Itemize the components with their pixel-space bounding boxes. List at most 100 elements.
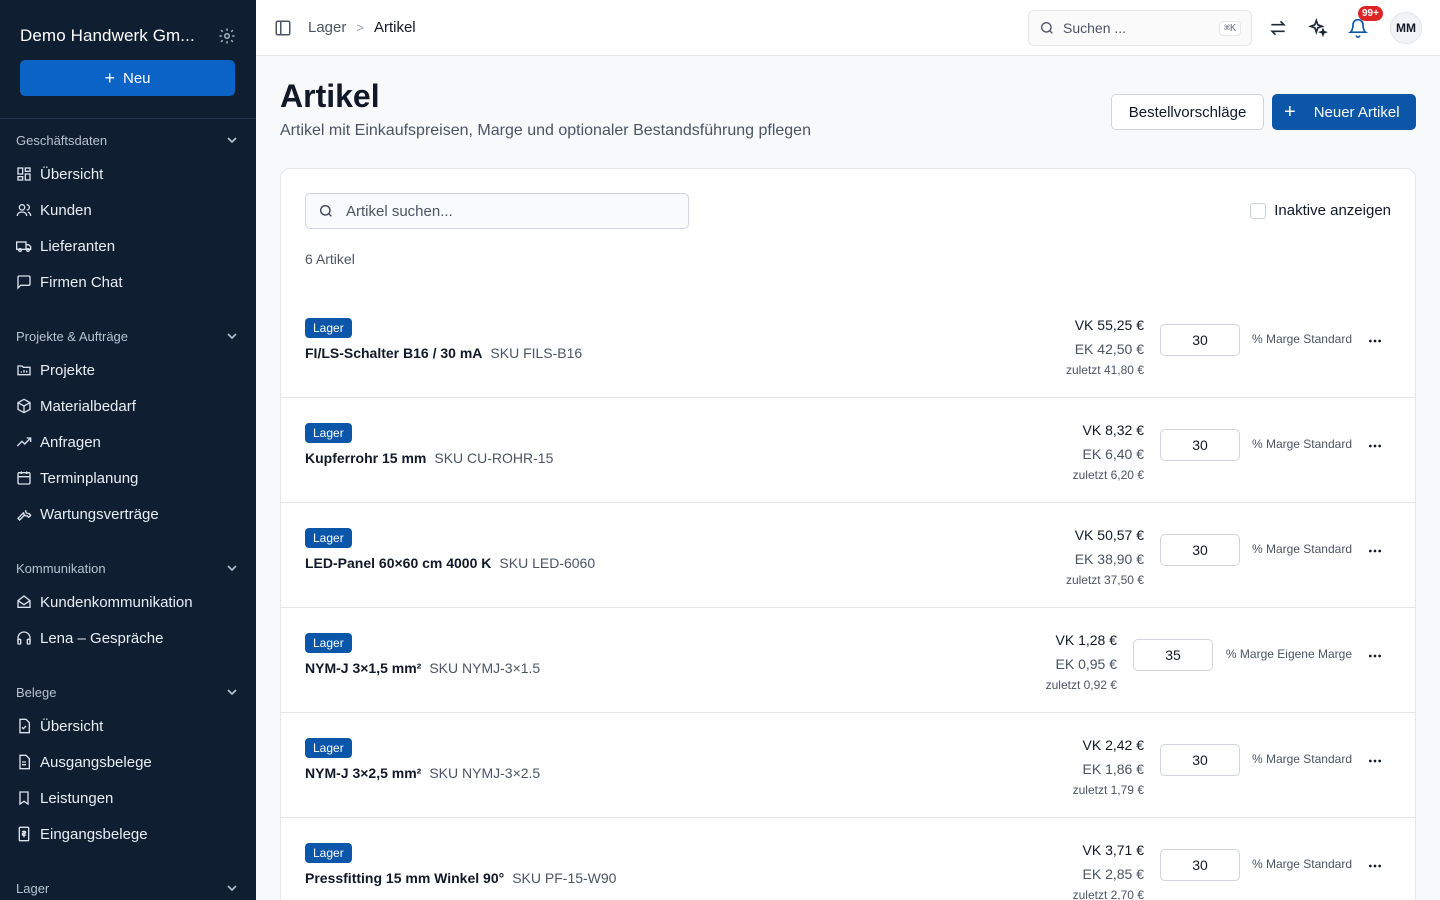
stock-tag: Lager bbox=[305, 633, 352, 653]
sidebar: Demo Handwerk Gm... + Neu Geschäftsdaten… bbox=[0, 0, 256, 900]
plus-icon: + bbox=[1284, 101, 1296, 123]
plus-icon: + bbox=[104, 68, 115, 88]
bell-icon[interactable] bbox=[1348, 18, 1368, 38]
sidebar-item-leistungen[interactable]: Leistungen bbox=[0, 780, 256, 816]
more-icon[interactable] bbox=[1367, 333, 1383, 349]
section-title[interactable]: Belege bbox=[0, 676, 256, 708]
margin-input[interactable]: 30 bbox=[1160, 429, 1240, 461]
chevron-down-icon bbox=[227, 333, 237, 340]
margin-input[interactable]: 30 bbox=[1160, 324, 1240, 356]
sidebar-item-label: Übersicht bbox=[40, 165, 104, 183]
last-price: zuletzt 37,50 € bbox=[1065, 573, 1144, 587]
switch-arrows-icon[interactable] bbox=[1268, 18, 1288, 38]
margin-input[interactable]: 30 bbox=[1160, 849, 1240, 881]
mail-open-icon bbox=[17, 595, 31, 608]
last-price: zuletzt 41,80 € bbox=[1065, 363, 1144, 377]
more-icon[interactable] bbox=[1367, 753, 1383, 769]
sidebar-item-belege-uebersicht[interactable]: Übersicht bbox=[0, 708, 256, 744]
sidebar-item-eingangsbelege[interactable]: Eingangsbelege bbox=[0, 816, 256, 852]
more-icon[interactable] bbox=[1367, 543, 1383, 559]
table-row[interactable]: Lager NYM-J 3×1,5 mm² SKU NYMJ-3×1.5 VK … bbox=[281, 608, 1415, 713]
company-name[interactable]: Demo Handwerk Gm... bbox=[20, 26, 200, 46]
page-subtitle: Artikel mit Einkaufspreisen, Marge und o… bbox=[280, 122, 811, 139]
gear-icon[interactable] bbox=[218, 27, 236, 45]
show-inactive-toggle[interactable]: Inaktive anzeigen bbox=[1250, 202, 1391, 219]
new-button[interactable]: + Neu bbox=[20, 60, 235, 96]
margin-input[interactable]: 30 bbox=[1160, 534, 1240, 566]
sidebar-item-label: Übersicht bbox=[40, 717, 104, 735]
article-title: Kupferrohr 15 mm SKU CU-ROHR-15 bbox=[305, 450, 553, 466]
folder-icon bbox=[17, 365, 31, 376]
more-icon[interactable] bbox=[1367, 858, 1383, 874]
bookmark-icon bbox=[19, 791, 29, 806]
global-search[interactable]: Suchen ... ⌘K bbox=[1028, 10, 1252, 46]
article-sku: SKU NYMJ-3×1.5 bbox=[429, 660, 541, 676]
sidebar-item-label: Eingangsbelege bbox=[40, 825, 148, 843]
trending-up-icon bbox=[16, 437, 32, 447]
dashboard-icon bbox=[17, 167, 31, 181]
breadcrumb-lager[interactable]: Lager bbox=[308, 19, 346, 36]
margin-input[interactable]: 30 bbox=[1160, 744, 1240, 776]
article-count: 6 Artikel bbox=[305, 251, 355, 267]
more-icon[interactable] bbox=[1367, 438, 1383, 454]
article-search-input[interactable]: Artikel suchen... bbox=[305, 193, 689, 229]
new-article-button[interactable]: + Neuer Artikel bbox=[1272, 94, 1416, 130]
section-title[interactable]: Projekte & Aufträge bbox=[0, 320, 256, 352]
section-title-label: Belege bbox=[16, 684, 57, 700]
show-inactive-label: Inaktive anzeigen bbox=[1274, 202, 1391, 219]
section-projekte: Projekte & Aufträge Projekte Materialbed… bbox=[0, 320, 256, 532]
table-row[interactable]: Lager LED-Panel 60×60 cm 4000 K SKU LED-… bbox=[281, 503, 1415, 608]
sidebar-item-kunden[interactable]: Kunden bbox=[0, 192, 256, 228]
article-sku: SKU NYMJ-3×2.5 bbox=[429, 765, 541, 781]
more-icon[interactable] bbox=[1367, 648, 1383, 664]
table-row[interactable]: Lager Kupferrohr 15 mm SKU CU-ROHR-15 VK… bbox=[281, 398, 1415, 503]
sidebar-item-projekte[interactable]: Projekte bbox=[0, 352, 256, 388]
show-inactive-checkbox[interactable] bbox=[1250, 202, 1267, 219]
price-block: VK 2,42 € EK 1,86 € zuletzt 1,79 € bbox=[1073, 737, 1144, 797]
table-row[interactable]: Lager NYM-J 3×2,5 mm² SKU NYMJ-3×2.5 VK … bbox=[281, 713, 1415, 818]
margin-input[interactable]: 35 bbox=[1133, 639, 1213, 671]
purchase-price: EK 6,40 € bbox=[1082, 446, 1145, 462]
article-title: NYM-J 3×2,5 mm² SKU NYMJ-3×2.5 bbox=[305, 765, 540, 781]
users-icon bbox=[16, 204, 32, 217]
sidebar-item-anfragen[interactable]: Anfragen bbox=[0, 424, 256, 460]
sidebar-item-materialbedarf[interactable]: Materialbedarf bbox=[0, 388, 256, 424]
new-button-label: Neu bbox=[122, 69, 151, 87]
receipt-icon bbox=[18, 826, 30, 842]
table-row[interactable]: Lager Pressfitting 15 mm Winkel 90° SKU … bbox=[281, 818, 1415, 900]
sidebar-item-uebersicht[interactable]: Übersicht bbox=[0, 156, 256, 192]
package-icon bbox=[17, 398, 31, 414]
margin-label: % Marge Standard bbox=[1251, 752, 1352, 766]
chat-icon bbox=[17, 275, 31, 290]
sidebar-item-terminplanung[interactable]: Terminplanung bbox=[0, 460, 256, 496]
price-block: VK 8,32 € EK 6,40 € zuletzt 6,20 € bbox=[1073, 422, 1144, 482]
sidebar-item-ausgangsbelege[interactable]: Ausgangsbelege bbox=[0, 744, 256, 780]
section-title[interactable]: Lager bbox=[0, 872, 256, 900]
article-sku: SKU PF-15-W90 bbox=[512, 870, 617, 886]
section-title-label: Geschäftsdaten bbox=[16, 132, 108, 148]
article-name: LED-Panel 60×60 cm 4000 K bbox=[305, 555, 492, 571]
sidebar-item-wartungsvertraege[interactable]: Wartungsverträge bbox=[0, 496, 256, 532]
chevron-right-icon: > bbox=[356, 20, 364, 35]
sale-price: VK 2,42 € bbox=[1082, 737, 1145, 753]
notification-badge: 99+ bbox=[1358, 6, 1383, 21]
sidebar-item-label: Anfragen bbox=[40, 433, 101, 451]
sidebar-item-firmen-chat[interactable]: Firmen Chat bbox=[0, 264, 256, 300]
purchase-price: EK 1,86 € bbox=[1082, 761, 1145, 777]
sidebar-item-kundenkommunikation[interactable]: Kundenkommunikation bbox=[0, 584, 256, 620]
purchase-price: EK 42,50 € bbox=[1074, 341, 1144, 357]
sparkles-icon[interactable] bbox=[1308, 18, 1328, 38]
sidebar-item-lena-gespraeche[interactable]: Lena – Gespräche bbox=[0, 620, 256, 656]
section-title[interactable]: Geschäftsdaten bbox=[0, 124, 256, 156]
section-title-label: Lager bbox=[16, 880, 50, 896]
avatar[interactable]: MM bbox=[1390, 12, 1422, 44]
sidebar-toggle-icon[interactable] bbox=[274, 19, 292, 37]
sale-price: VK 50,57 € bbox=[1074, 527, 1144, 543]
table-row[interactable]: Lager FI/LS-Schalter B16 / 30 mA SKU FIL… bbox=[281, 293, 1415, 398]
section-title[interactable]: Kommunikation bbox=[0, 552, 256, 584]
sidebar-item-label: Kunden bbox=[40, 201, 92, 219]
sidebar-item-lieferanten[interactable]: Lieferanten bbox=[0, 228, 256, 264]
article-sku: SKU LED-6060 bbox=[499, 555, 596, 571]
order-suggestions-button[interactable]: Bestellvorschläge bbox=[1111, 94, 1264, 130]
purchase-price: EK 0,95 € bbox=[1055, 656, 1118, 672]
